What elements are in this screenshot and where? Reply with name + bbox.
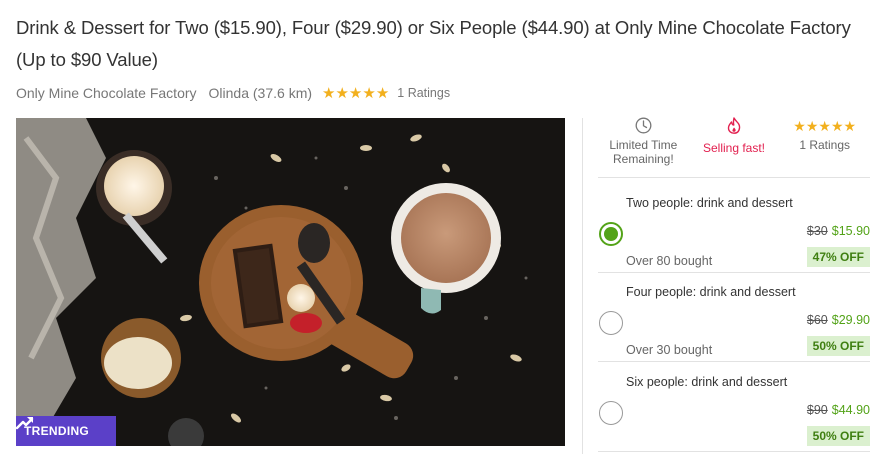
star-icon: ★ xyxy=(818,119,831,135)
divider xyxy=(598,451,870,452)
trending-up-icon xyxy=(16,417,34,430)
deal-price: $29.90 xyxy=(831,313,870,327)
original-price: $90 xyxy=(806,403,828,417)
original-price: $60 xyxy=(806,313,828,327)
deal-title: Drink & Dessert for Two ($15.90), Four (… xyxy=(16,17,851,70)
star-icon: ★ xyxy=(830,119,844,135)
original-price: $30 xyxy=(806,224,828,238)
flame-icon xyxy=(727,117,741,134)
limited-time-info: Limited Time Remaining! xyxy=(598,116,689,176)
discount-badge: 47% OFF xyxy=(806,247,870,267)
deal-price: $15.90 xyxy=(831,224,870,238)
option-prices: $30 $15.90 xyxy=(807,224,870,238)
column-divider xyxy=(582,118,583,454)
option-radio[interactable] xyxy=(599,401,623,425)
divider xyxy=(598,177,870,178)
rating-stars: ★ ★ ★ ★ ★ xyxy=(322,83,390,102)
deal-info-row: Limited Time Remaining! Selling fast! ★ ★… xyxy=(598,116,870,176)
ratings-label: 1 Ratings xyxy=(799,138,851,152)
selling-fast-label: Selling fast! xyxy=(702,141,766,155)
bought-count: Over 80 bought xyxy=(626,254,713,268)
limited-time-label: Limited Time Remaining! xyxy=(609,138,678,166)
star-icon: ★ xyxy=(843,119,857,135)
option-prices: $60 $29.90 xyxy=(807,313,870,327)
star-icon: ★ xyxy=(375,83,390,102)
option-title: Two people: drink and dessert xyxy=(626,196,793,210)
dessert-photo-illustration xyxy=(16,118,565,446)
discount-badge: 50% OFF xyxy=(806,336,870,356)
star-icon: ★ xyxy=(322,83,336,102)
option-radio[interactable] xyxy=(599,222,623,246)
star-icon: ★ xyxy=(793,119,806,135)
option-title: Four people: drink and dessert xyxy=(626,285,796,299)
selling-fast-info: Selling fast! xyxy=(689,116,780,176)
clock-icon xyxy=(635,117,652,134)
star-icon: ★ xyxy=(805,119,819,135)
star-icon: ★ xyxy=(348,83,363,102)
location-text: Olinda (37.6 km) xyxy=(208,85,313,101)
discount-badge: 50% OFF xyxy=(806,426,870,446)
merchant-link[interactable]: Only Mine Chocolate Factory xyxy=(16,85,197,101)
option-six-people[interactable]: Six people: drink and dessert $90 $44.90 … xyxy=(598,361,870,451)
star-icon: ★ xyxy=(362,83,376,102)
deal-photo[interactable]: TRENDING xyxy=(16,118,565,446)
ratings-count[interactable]: 1 Ratings xyxy=(397,86,450,100)
trending-badge: TRENDING xyxy=(16,416,116,446)
option-two-people[interactable]: Two people: drink and dessert $30 $15.90 … xyxy=(598,182,870,272)
deal-subline: Only Mine Chocolate Factory Olinda (37.6… xyxy=(16,83,450,103)
rating-stars: ★ ★ ★ ★ ★ xyxy=(793,116,856,134)
deal-price: $44.90 xyxy=(831,403,870,417)
bought-count: Over 30 bought xyxy=(626,343,713,357)
option-title: Six people: drink and dessert xyxy=(626,375,788,389)
star-icon: ★ xyxy=(335,83,349,102)
option-prices: $90 $44.90 xyxy=(807,403,870,417)
ratings-info[interactable]: ★ ★ ★ ★ ★ 1 Ratings xyxy=(779,116,870,176)
option-radio[interactable] xyxy=(599,311,623,335)
option-four-people[interactable]: Four people: drink and dessert $60 $29.90… xyxy=(598,271,870,361)
